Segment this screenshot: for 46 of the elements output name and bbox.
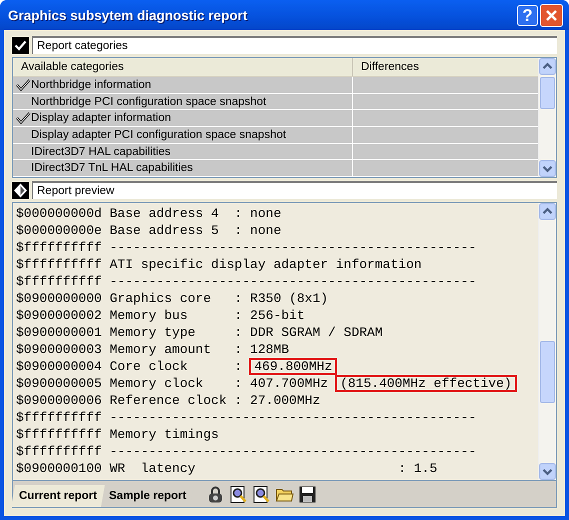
scroll-thumb[interactable] [540,77,555,109]
report-line: $ffffffffff ----------------------------------------------- [16,273,476,290]
scroll-up-icon[interactable] [539,58,556,75]
report-line: $ffffffffff ----------------------------------------------- [16,409,476,426]
section-title: Report preview [32,181,557,199]
help-button[interactable]: ? [517,4,538,26]
report-line: $0900000100 WR latency : 1.5 [16,460,438,477]
category-name[interactable]: IDirect3D7 TnL HAL capabilities [31,162,193,174]
report-line: $0900000000 Graphics core : R350 (8x1) [16,290,328,307]
checkmark-icon[interactable] [15,111,31,126]
column-header[interactable]: Differences [353,58,538,76]
scroll-up-icon[interactable] [539,203,556,220]
document-search-icon[interactable] [252,484,272,504]
section-title: Report categories [32,36,557,54]
report-line: $0900000002 Memory bus : 256-bit [16,307,305,324]
category-name[interactable]: Display adapter information [31,112,171,124]
report-line: $ffffffffff ----------------------------------------------- [16,443,476,460]
checkmark-icon[interactable] [15,78,31,92]
scroll-down-icon[interactable] [539,160,556,177]
category-name[interactable]: Display adapter PCI configuration space snapshot [31,128,286,141]
report-line: $000000000e Base address 5 : none [16,222,282,239]
diamond-icon [12,182,29,198]
report-line: $ffffffffff ----------------------------------------------- [16,239,476,256]
report-line: $000000000d Base address 4 : none [16,205,282,222]
scrollbar[interactable] [538,58,556,177]
report-line: $0900000006 Reference clock : 27.000MHz [16,392,320,409]
highlighted-value: 469.800MHz [249,358,338,375]
checkbox[interactable] [12,36,29,54]
scroll-thumb[interactable] [540,341,555,403]
close-icon[interactable] [540,4,563,26]
report-line: $0900000004 Core clock : [16,358,242,375]
report-line: $0900000001 Memory type : DDR SGRAM / SDRAM [16,324,383,341]
document-search-icon[interactable] [229,484,248,504]
category-name[interactable]: Northbridge PCI configuration space snapshot [31,96,266,108]
category-name[interactable]: IDirect3D7 HAL capabilities [31,146,171,158]
report-line: $ffffffffff Memory timings [16,426,219,443]
scroll-down-icon[interactable] [539,463,556,480]
report-line: $0900000003 Memory amount : 128MB [16,341,290,358]
window-title: Graphics subsytem diagnostic report [8,8,248,22]
report-line: $0900000005 Memory clock : 407.700MHz [16,375,328,392]
column-header[interactable]: Available categories [13,58,353,76]
highlighted-value: (815.400MHz effective) [335,375,517,392]
tab[interactable]: Current report [11,485,105,507]
report-line: $ffffffffff ATI specific display adapter information [16,256,422,273]
category-name[interactable]: Northbridge information [31,78,152,91]
scrollbar[interactable] [538,203,556,480]
